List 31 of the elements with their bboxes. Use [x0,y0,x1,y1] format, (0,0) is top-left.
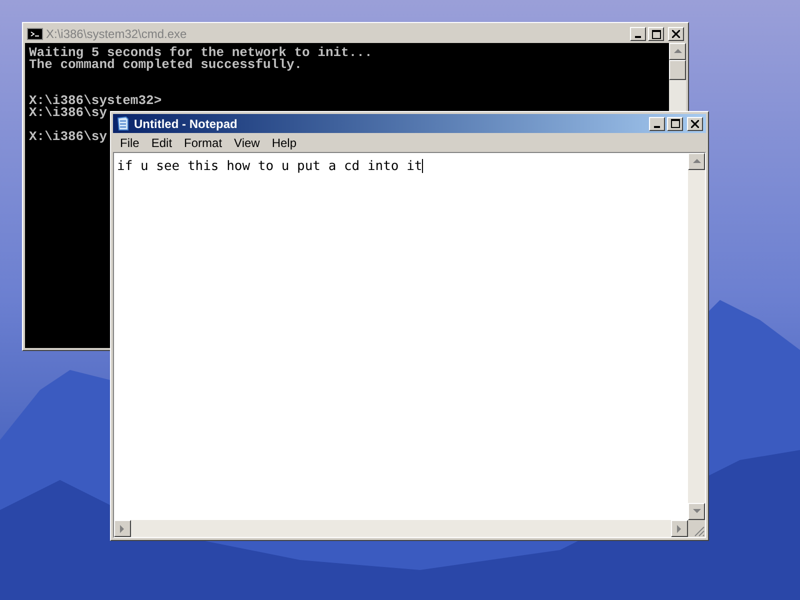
notepad-icon [116,116,130,131]
scroll-up-icon[interactable] [688,153,705,170]
close-icon[interactable] [687,116,703,130]
console-line: X:\i386\sy [29,131,108,143]
console-line: X:\i386\sy [29,107,108,119]
vertical-scrollbar[interactable] [669,43,686,111]
horizontal-scrollbar[interactable] [114,520,688,537]
console-line: Waiting 5 seconds for the network to init... [29,47,372,59]
console-line: X:\i386\system32> [29,95,162,107]
menu-item[interactable]: Edit [146,134,178,152]
window-title: Untitled - Notepad [134,116,238,132]
menu-item[interactable]: View [229,134,265,152]
maximize-icon[interactable] [667,116,683,130]
maximize-icon[interactable] [648,27,664,41]
scroll-down-icon[interactable] [688,503,705,520]
menu-item[interactable]: Help [266,134,302,152]
document-text: if u see this how to u put a cd into it [117,159,422,174]
menu-item[interactable]: Format [179,134,228,152]
text-area[interactable]: if u see this how to u put a cd into it [114,153,688,520]
text-cursor [422,158,424,173]
window-title: X:\i386\system32\cmd.exe [46,26,187,43]
scroll-right-icon[interactable] [671,520,688,537]
minimize-icon[interactable] [649,116,665,130]
scroll-thumb[interactable] [669,60,686,80]
console-icon [27,28,43,40]
vertical-scrollbar[interactable] [688,153,705,520]
close-icon[interactable] [668,27,684,41]
console-line: The command completed successfully. [29,59,302,71]
scroll-up-icon[interactable] [669,43,686,60]
menu-item[interactable]: File [115,134,144,152]
minimize-icon[interactable] [630,27,646,41]
